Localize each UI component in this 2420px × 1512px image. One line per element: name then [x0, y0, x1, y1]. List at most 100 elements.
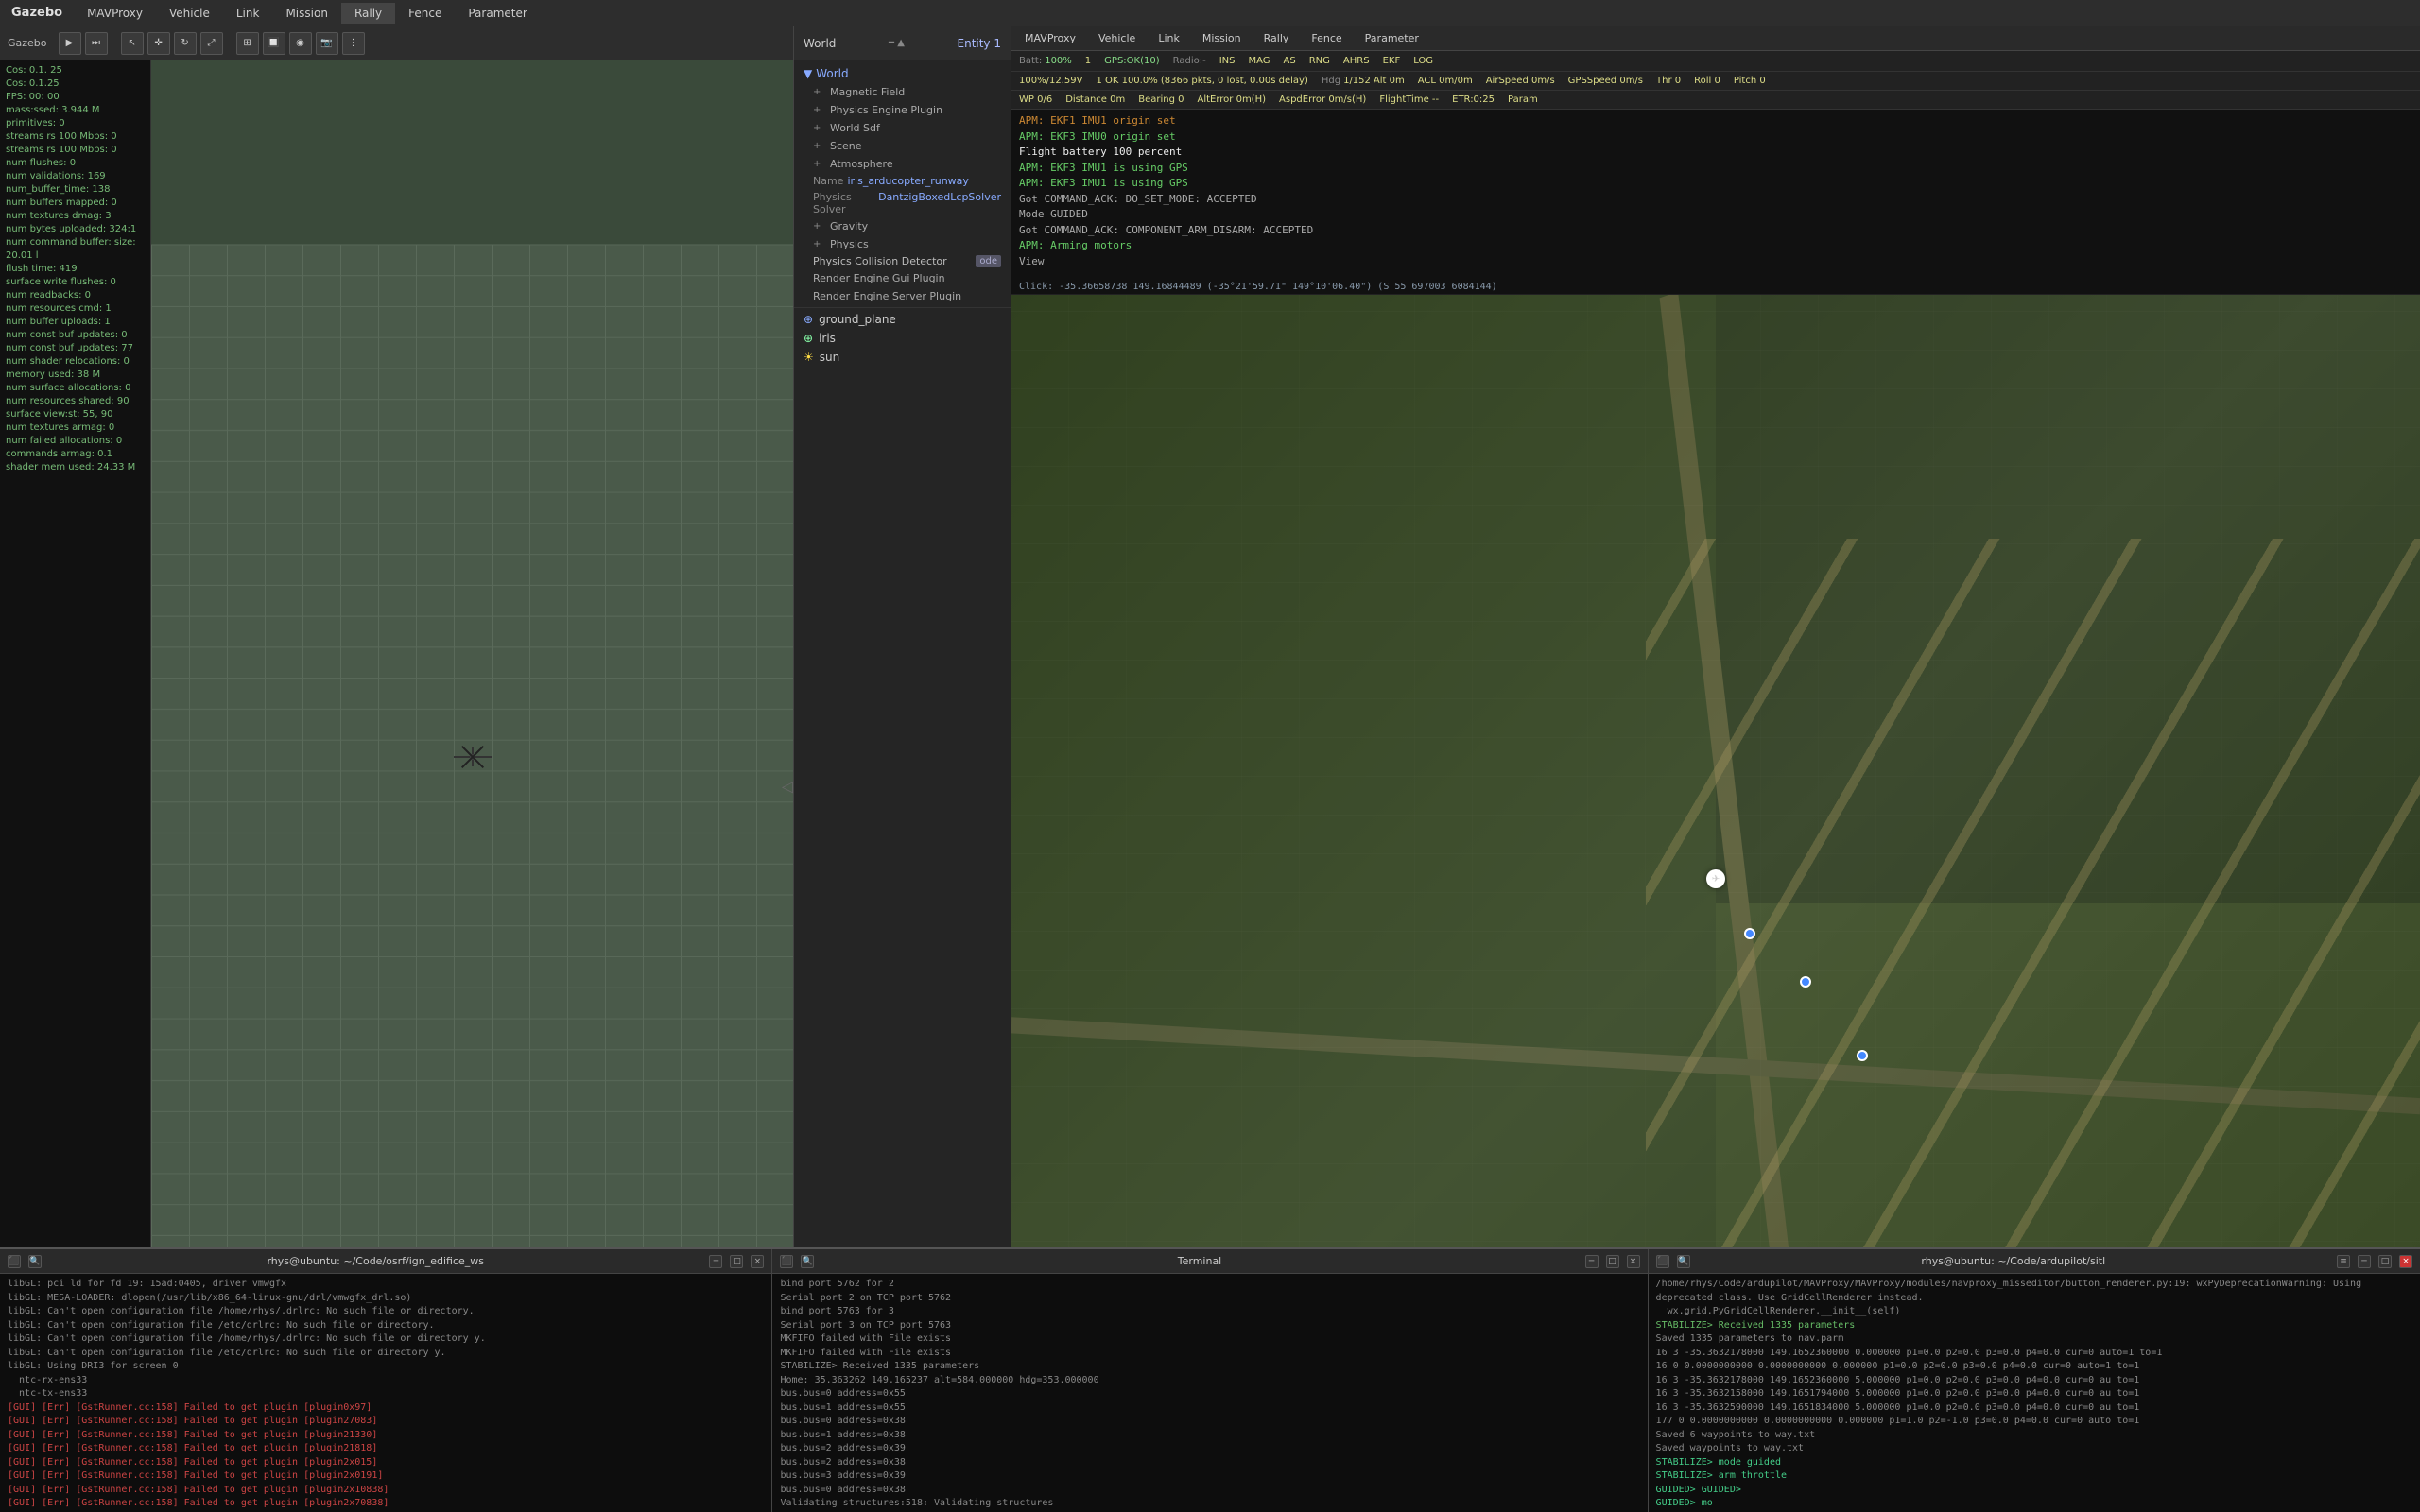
toolbar-btn-camera[interactable]: 📷	[316, 32, 338, 55]
term-search[interactable]: 🔍	[1677, 1255, 1690, 1268]
rng-val: RNG	[1309, 56, 1330, 66]
toolbar-btn-more[interactable]: ⋮	[342, 32, 365, 55]
render-server-label: Render Engine Server Plugin	[813, 290, 961, 302]
tree-magnetic-field[interactable]: + Magnetic Field	[794, 83, 1011, 101]
toolbar-btn-snap[interactable]: 🔲	[263, 32, 285, 55]
batt-label: Batt:	[1019, 56, 1042, 66]
term-line: bus.bus=2 address=0x39	[780, 1442, 1639, 1456]
ahrs-val: AHRS	[1343, 56, 1370, 66]
menu-fence[interactable]: Fence	[395, 3, 455, 24]
world-sdf-label: World Sdf	[830, 122, 880, 134]
drone-3d-marker	[454, 747, 492, 766]
term-close-red[interactable]: ×	[2399, 1255, 2412, 1268]
tree-render-gui[interactable]: Render Engine Gui Plugin	[794, 269, 1011, 287]
menu-rally[interactable]: Rally	[341, 3, 395, 24]
waypoint-1[interactable]	[1744, 928, 1755, 939]
mav-rally[interactable]: Rally	[1258, 30, 1295, 46]
term-max[interactable]: □	[1606, 1255, 1619, 1268]
tree-gravity[interactable]: + Gravity	[794, 217, 1011, 235]
tree-scene[interactable]: + Scene	[794, 137, 1011, 155]
mav-fence[interactable]: Fence	[1305, 30, 1347, 46]
term-line: [GUI] [Err] [GstRunner.cc:158] Failed to…	[8, 1484, 764, 1498]
mav-link[interactable]: Link	[1152, 30, 1185, 46]
terminal-content-ardupilot[interactable]: /home/rhys/Code/ardupilot/MAVProxy/MAVPr…	[1649, 1274, 2420, 1512]
tree-render-server[interactable]: Render Engine Server Plugin	[794, 287, 1011, 305]
mav-mavproxy[interactable]: MAVProxy	[1019, 30, 1081, 46]
mavproxy-log: APM: EKF1 IMU1 origin set APM: EKF3 IMU0…	[1011, 110, 2420, 280]
click-info: Click: -35.36658738 149.16844489 (-35°21…	[1011, 280, 2420, 295]
toolbar-btn-perspective[interactable]: ◉	[289, 32, 312, 55]
name-row: Name iris_arducopter_runway	[794, 173, 1011, 189]
term-search[interactable]: 🔍	[801, 1255, 814, 1268]
tree-atmosphere[interactable]: + Atmosphere	[794, 155, 1011, 173]
toolbar-btn-play[interactable]: ▶	[59, 32, 81, 55]
iris-icon: ⊕	[804, 332, 813, 345]
log-line: Mode GUIDED	[1019, 207, 2412, 223]
expand-icon: +	[813, 87, 824, 97]
term-line: Saved waypoints to way.txt	[1656, 1442, 2412, 1456]
tree-world-sdf[interactable]: + World Sdf	[794, 119, 1011, 137]
status-as: AS	[1284, 56, 1296, 66]
world-expand-icon: ▼	[804, 67, 812, 80]
mav-parameter[interactable]: Parameter	[1359, 30, 1425, 46]
toolbar-btn-step[interactable]: ⏭	[85, 32, 108, 55]
term-line: [GUI] [Err] [GstRunner.cc:158] Failed to…	[8, 1442, 764, 1456]
waypoint-2[interactable]	[1800, 976, 1811, 988]
terminal-content-serial[interactable]: bind port 5762 for 2 Serial port 2 on TC…	[772, 1274, 1647, 1512]
altom-val: Alt 0m	[1374, 76, 1405, 86]
menu-mavproxy[interactable]: MAVProxy	[74, 3, 156, 24]
toolbar-btn-translate[interactable]: ✛	[147, 32, 170, 55]
log-line: Got COMMAND_ACK: DO_SET_MODE: ACCEPTED	[1019, 192, 2412, 208]
term-max[interactable]: □	[2378, 1255, 2392, 1268]
ekf-val: EKF	[1383, 56, 1401, 66]
entity-header: World ━ ▲ Entity 1	[794, 26, 1011, 60]
term-search[interactable]: 🔍	[28, 1255, 42, 1268]
term-close[interactable]: ×	[1627, 1255, 1640, 1268]
toolbar-btn-rotate[interactable]: ↻	[174, 32, 197, 55]
status-roll: Roll 0	[1694, 76, 1720, 86]
toolbar-btn-grid[interactable]: ⊞	[236, 32, 259, 55]
status-gpsspeed: GPSSpeed 0m/s	[1568, 76, 1643, 86]
resize-handle[interactable]: ◁	[782, 778, 793, 796]
term-min[interactable]: ─	[1585, 1255, 1599, 1268]
bearing-val: Bearing 0	[1138, 94, 1184, 105]
log-line: APM: Arming motors	[1019, 238, 2412, 254]
term-line: STABILIZE> Received 1335 parameters	[1656, 1319, 2412, 1333]
toolbar-btn-scale[interactable]: ⤢	[200, 32, 223, 55]
menu-vehicle[interactable]: Vehicle	[156, 3, 223, 24]
mavproxy-status-2: 100%/12.59V 1 OK 100.0% (8366 pkts, 0 lo…	[1011, 72, 2420, 91]
world-section-header[interactable]: ▼ World	[794, 64, 1011, 83]
tree-physics-engine[interactable]: + Physics Engine Plugin	[794, 101, 1011, 119]
term-line: [GUI] [Err] [GstRunner.cc:158] Failed to…	[8, 1401, 764, 1416]
term-max[interactable]: □	[730, 1255, 743, 1268]
menu-mission[interactable]: Mission	[272, 3, 340, 24]
toolbar-btn-select[interactable]: ↖	[121, 32, 144, 55]
term-line: 16 3 -35.3632178000 149.1652360000 0.000…	[1656, 1347, 2412, 1361]
mav-mission[interactable]: Mission	[1197, 30, 1247, 46]
menu-parameter[interactable]: Parameter	[455, 3, 540, 24]
mavproxy-status-1: Batt: 100% 1 GPS:OK(10) Radio:- INS MAG …	[1011, 51, 2420, 72]
term-min[interactable]: ─	[709, 1255, 722, 1268]
expand-icon: +	[813, 239, 824, 249]
term-close[interactable]: ×	[751, 1255, 764, 1268]
mav-vehicle[interactable]: Vehicle	[1093, 30, 1141, 46]
term-line: Validating structures:518: Validating st…	[780, 1497, 1639, 1511]
tree-physics[interactable]: + Physics	[794, 235, 1011, 253]
tree-ground-plane[interactable]: ⊕ ground_plane	[794, 310, 1011, 329]
term-min[interactable]: ─	[2358, 1255, 2371, 1268]
wp-val: WP 0/6	[1019, 94, 1052, 105]
tree-sun[interactable]: ☀ sun	[794, 348, 1011, 367]
term-win-menu[interactable]: ≡	[2337, 1255, 2350, 1268]
terminal-content-gazebo[interactable]: libGL: pci ld for fd 19: 15ad:0405, driv…	[0, 1274, 771, 1512]
stat-coords: Cos: 0.1. 25	[6, 64, 145, 77]
term-line: 177 0 0.0000000000 0.0000000000 0.000000…	[1656, 1415, 2412, 1429]
term-line: bus.bus=0 address=0x55	[780, 1387, 1639, 1401]
menu-link[interactable]: Link	[223, 3, 273, 24]
waypoint-3[interactable]	[1857, 1050, 1868, 1061]
entity-label: Entity 1	[958, 37, 1001, 50]
thr-val: Thr 0	[1656, 76, 1681, 86]
term-line: STABILIZE> Received 1335 parameters	[780, 1360, 1639, 1374]
term-line: [GUI] [Err] [GstRunner.cc:158] Failed to…	[8, 1415, 764, 1429]
tree-iris[interactable]: ⊕ iris	[794, 329, 1011, 348]
term-line: libGL: Can't open configuration file /et…	[8, 1347, 764, 1361]
